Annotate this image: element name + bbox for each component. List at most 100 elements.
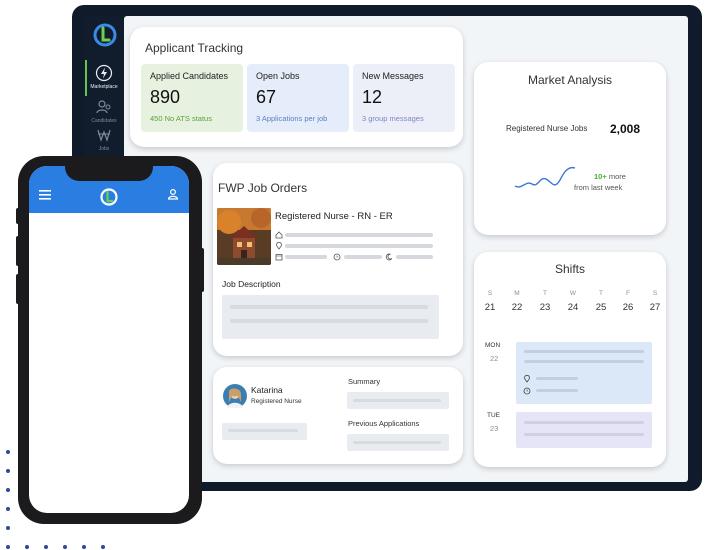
placeholder-line [536,389,578,392]
card-title: Shifts [554,262,585,276]
stat-open-jobs[interactable]: Open Jobs 67 3 Applications per job [247,64,349,132]
stat-label: Open Jobs [256,71,300,81]
stat-label: New Messages [362,71,424,81]
placeholder-line [396,255,433,259]
job-title[interactable]: Registered Nurse - RN - ER [275,211,393,222]
placeholder-line [536,377,578,380]
shift-weekday-label: W [569,290,577,297]
placeholder-line [230,319,428,323]
sidebar-item-candidates[interactable]: Candidates [86,98,122,124]
phone-notch [65,161,153,181]
shift-date-button[interactable]: 24 [565,302,581,313]
summary-label: Summary [348,377,381,386]
placeholder-line [524,433,644,436]
calendar-icon [275,254,283,261]
shift-weekday-label: S [652,290,658,297]
sidebar-item-label: Marketplace [90,84,118,90]
decor-dot [6,507,10,511]
placeholder-line [524,360,644,363]
job-orders-card: FWP Job Orders Registered Nurse - RN - E… [213,163,463,356]
job-description-box [222,295,439,339]
placeholder-line [285,233,433,237]
shift-date-button[interactable]: 22 [509,302,525,313]
card-title: Applicant Tracking [145,41,244,55]
shift-date-button[interactable]: 21 [482,302,498,313]
trend-subtext: from last week [574,183,623,192]
stat-label: Applied Candidates [150,71,229,81]
shift-date-label: 23 [490,424,499,433]
decor-dot [82,545,86,549]
applicant-tracking-card: Applicant Tracking Applied Candidates 89… [130,27,463,147]
phone-screen [29,166,189,513]
market-analysis-card: Market Analysis Registered Nurse Jobs 2,… [474,62,666,235]
decor-dot [44,545,48,549]
moon-icon [385,253,393,261]
sidebar-item-jobs[interactable]: Jobs [86,126,122,152]
card-title: Market Analysis [527,73,613,87]
placeholder-line [285,255,327,259]
user-icon[interactable] [167,188,179,200]
placeholder-line [344,255,382,259]
metric-label: Registered Nurse Jobs [506,124,588,133]
candidate-info-box [222,423,307,440]
clock-icon [333,253,341,261]
stat-value: 890 [150,87,181,107]
sidebar-item-label: Candidates [91,118,117,124]
shift-date-button[interactable]: 23 [537,302,553,313]
decor-dot [6,545,10,549]
shift-weekday-label: T [599,290,603,297]
avatar[interactable] [223,384,247,408]
location-icon [276,242,282,250]
candidate-card: Katarina Registered Nurse Summary Previo… [213,367,463,464]
stat-subtext: 450 No ATS status [150,114,212,123]
stat-applied-candidates[interactable]: Applied Candidates 890 450 No ATS status [141,64,243,132]
shift-weekday-label: F [626,290,630,297]
shift-date-button[interactable]: 26 [620,302,636,313]
trend-sparkline [514,166,576,188]
decor-dot [63,545,67,549]
app-logo-icon [100,188,118,206]
placeholder-line [285,244,433,248]
menu-icon[interactable] [39,190,51,200]
lightning-icon [95,64,113,82]
trend-highlight: 10+ [594,172,607,181]
shift-weekday-label: M [514,290,520,297]
shift-day-label: MON [485,342,501,349]
sidebar-item-marketplace[interactable]: Marketplace [86,64,122,90]
shift-entry[interactable] [516,342,652,404]
previous-applications-box [347,434,449,451]
location-icon [524,375,530,383]
shift-weekday-label: S [487,290,493,297]
shift-date-button[interactable]: 27 [647,302,663,313]
app-logo-icon [93,23,117,47]
candidate-role: Registered Nurse [251,398,302,405]
placeholder-line [524,421,644,424]
decor-dot [101,545,105,549]
home-icon [275,231,283,239]
decor-dot [6,469,10,473]
job-description-label: Job Description [222,279,281,289]
decor-dot [6,526,10,530]
placeholder-line [228,429,298,432]
placeholder-line [230,305,428,309]
placeholder-line [524,350,644,353]
decor-dot [6,450,10,454]
job-image [217,208,271,265]
clock-icon [523,387,531,395]
shift-date-button[interactable]: 25 [593,302,609,313]
decor-dot [6,488,10,492]
stat-value: 12 [362,87,383,107]
summary-box [347,392,449,409]
shift-entry[interactable] [516,412,652,448]
previous-applications-label: Previous Applications [348,419,420,428]
stat-new-messages[interactable]: New Messages 12 3 group messages [353,64,455,132]
shift-weekday-label: T [543,290,547,297]
stat-subtext: 3 Applications per job [256,114,328,123]
candidate-name[interactable]: Katarina [251,385,283,395]
decor-dot [25,545,29,549]
users-icon [96,100,111,114]
placeholder-line [353,399,441,402]
sidebar-item-label: Jobs [98,146,110,152]
placeholder-line [353,441,441,444]
stat-value: 67 [256,87,277,107]
